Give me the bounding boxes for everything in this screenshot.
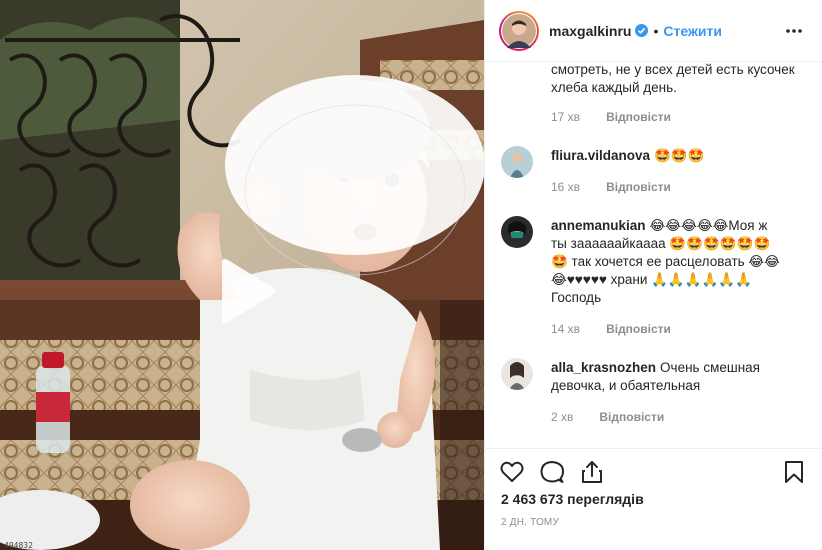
play-icon [222,259,275,323]
comments-list[interactable]: смотреть, не у всех детей есть кусочек х… [485,62,822,448]
verified-badge-icon [635,24,649,37]
heart-icon[interactable] [499,459,525,485]
view-count: 2 463 673 переглядів [501,491,644,507]
comment-text: смотреть, не у всех детей есть кусочек х… [551,62,795,95]
user-avatar-icon [501,146,533,178]
reply-button[interactable]: Відповісти [606,180,671,194]
bookmark-icon[interactable] [781,459,807,485]
comment-username[interactable]: alla_krasnozhen [551,360,656,375]
post-header: maxgalkinru • Стежити [485,0,822,62]
user-avatar-icon [501,358,533,390]
commenter-avatar[interactable] [501,146,533,178]
play-button[interactable] [214,257,278,325]
follow-button[interactable]: Стежити [663,23,722,39]
post-video[interactable]: 494832 [0,0,484,550]
share-icon[interactable] [579,459,605,485]
comment-icon[interactable] [539,459,565,485]
reply-button[interactable]: Відповісти [599,410,664,424]
comment-text: 🤩🤩🤩 [654,148,705,163]
comment-time[interactable]: 2 хв [551,410,573,424]
owner-avatar[interactable] [499,10,539,51]
user-avatar-icon [502,13,536,48]
comment-time[interactable]: 14 хв [551,322,580,336]
comment-time[interactable]: 17 хв [551,110,580,124]
owner-username[interactable]: maxgalkinru [549,23,631,39]
post-sidebar: maxgalkinru • Стежити смотреть, не у все… [484,0,822,550]
comment-username[interactable]: annemanukian [551,218,646,233]
reply-button[interactable]: Відповісти [606,110,671,124]
comment-username[interactable]: fliura.vildanova [551,148,650,163]
commenter-avatar[interactable] [501,216,533,248]
more-icon[interactable] [785,22,803,40]
post-actions: 2 463 673 переглядів 2 ДН. ТОМУ [485,448,822,550]
commenter-avatar[interactable] [501,358,533,390]
comment-time[interactable]: 16 хв [551,180,580,194]
separator-dot: • [653,22,659,39]
media-caption: 494832 [4,541,33,550]
reply-button[interactable]: Відповісти [606,322,671,336]
post-timestamp[interactable]: 2 ДН. ТОМУ [501,517,559,528]
user-avatar-icon [501,216,533,248]
